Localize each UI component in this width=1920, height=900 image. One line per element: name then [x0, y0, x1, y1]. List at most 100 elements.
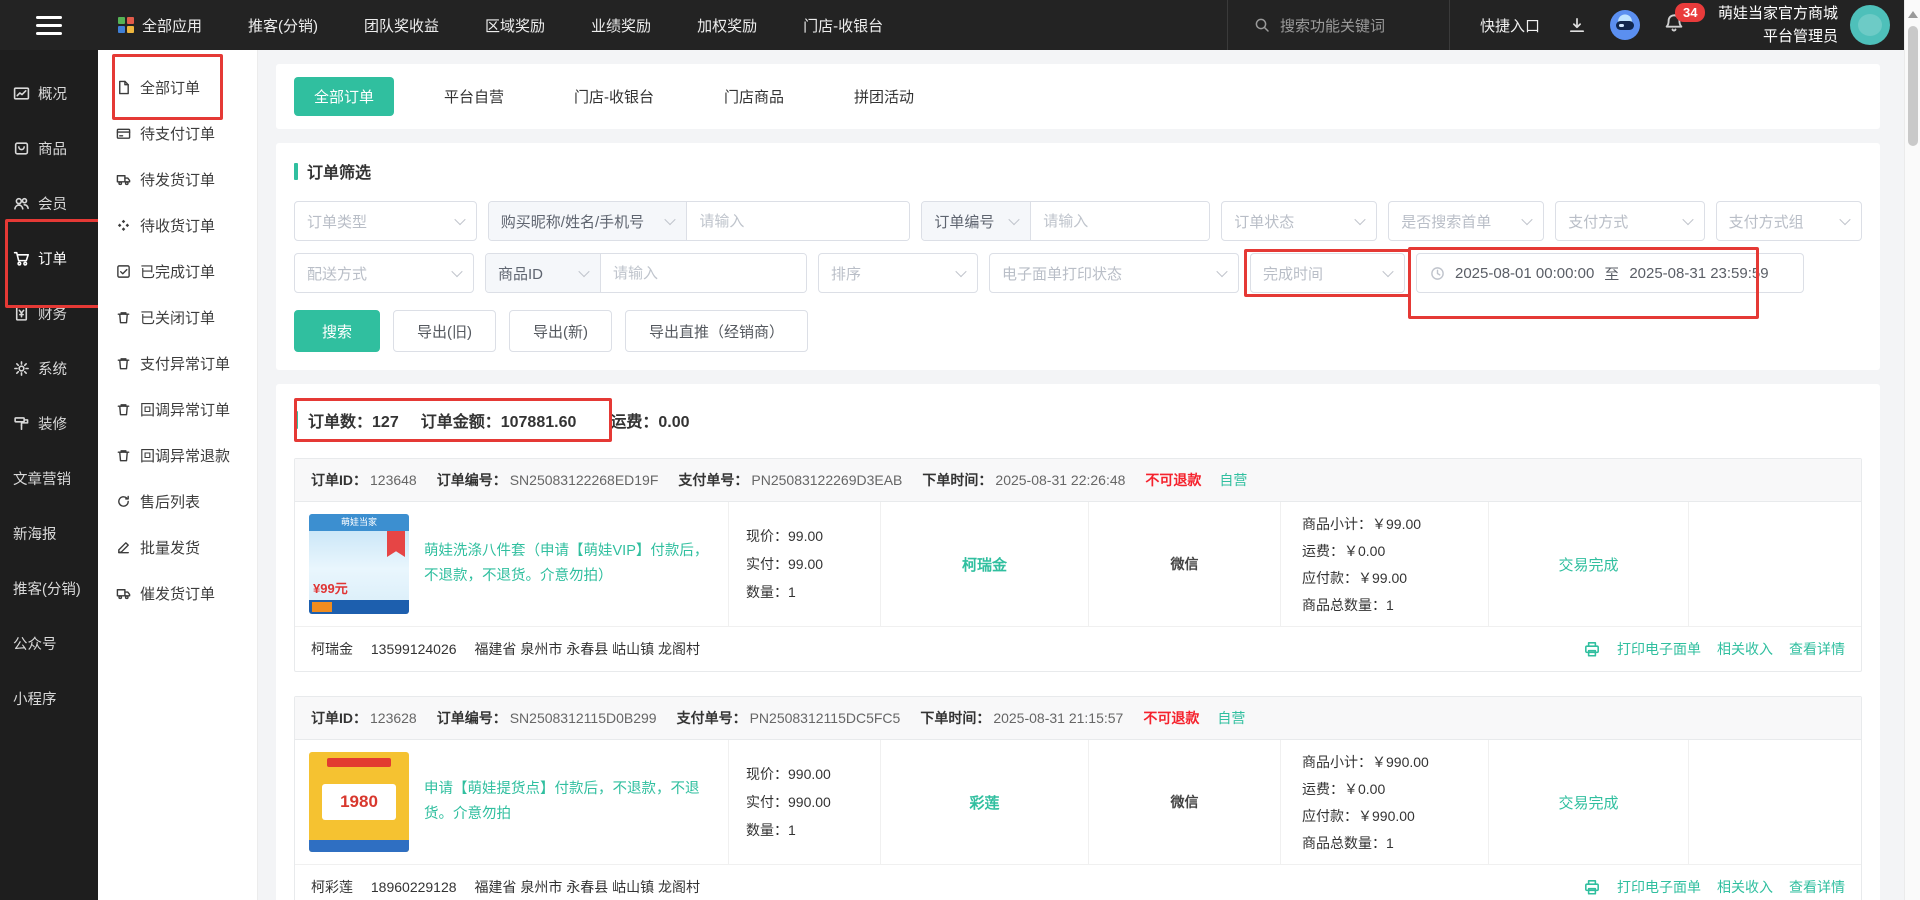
export-direct-button[interactable]: 导出直推（经销商）: [625, 310, 809, 352]
tab-platform-self[interactable]: 平台自营: [424, 77, 524, 116]
status-cell: 交易完成: [1488, 740, 1688, 864]
sort-select[interactable]: 排序: [818, 253, 978, 293]
related-income-link[interactable]: 相关收入: [1717, 639, 1773, 659]
assistant-robot-icon[interactable]: [1609, 10, 1640, 40]
download-icon[interactable]: [1568, 16, 1586, 34]
print-eorder-link[interactable]: 打印电子面单: [1617, 877, 1701, 897]
sidebar-item-promoter[interactable]: 推客(分销): [0, 561, 98, 616]
sidebar-item-orders[interactable]: 订单: [0, 219, 106, 308]
submenu-callback-abnormal[interactable]: 回调异常订单: [98, 386, 257, 432]
print-eorder-link[interactable]: 打印电子面单: [1617, 639, 1701, 659]
view-detail-link[interactable]: 查看详情: [1789, 639, 1845, 659]
page-scrollbar[interactable]: [1904, 0, 1920, 900]
submenu-completed-orders[interactable]: 已完成订单: [98, 248, 257, 294]
top-menu-weighted-reward[interactable]: 加权奖励: [697, 15, 757, 36]
sidebar-item-article-marketing[interactable]: 文章营销: [0, 451, 98, 506]
eprint-status-select[interactable]: 电子面单打印状态: [989, 253, 1239, 293]
submenu-payment-abnormal[interactable]: 支付异常订单: [98, 340, 257, 386]
top-menu-team-income[interactable]: 团队奖收益: [364, 15, 439, 36]
sidebar-item-mini-program[interactable]: 小程序: [0, 671, 98, 726]
topbar-right: 搜索功能关键词 快捷入口 34 萌娃当家官方商城 平台管理员: [1226, 0, 1920, 50]
store-name: 萌娃当家官方商城: [1717, 4, 1838, 22]
price-cell: 现价：99.00 实付：99.00 数量：1: [728, 502, 880, 626]
current-price: 现价：99.00: [746, 528, 824, 544]
pay-sn-value: PN25083122269D3EAB: [751, 472, 903, 488]
date-end: 2025-08-31 23:59:59: [1629, 264, 1769, 282]
function-search-input[interactable]: 搜索功能关键词: [1226, 0, 1450, 50]
submenu-callback-refund[interactable]: 回调异常退款: [98, 432, 257, 478]
finance-icon: [13, 305, 30, 322]
freight-row: 运费：￥0.00: [1302, 780, 1386, 797]
filter-title: 订单筛选: [294, 159, 1862, 183]
related-income-link[interactable]: 相关收入: [1717, 877, 1773, 897]
avatar[interactable]: [1850, 5, 1890, 45]
cart-icon: [13, 250, 30, 267]
notification-badge: 34: [1674, 2, 1706, 22]
submenu-urge-shipment[interactable]: 催发货订单: [98, 570, 257, 616]
pay-channel: 微信: [1170, 794, 1199, 810]
pay-method-select[interactable]: 支付方式: [1555, 201, 1705, 241]
tab-store-cashier[interactable]: 门店-收银台: [554, 77, 674, 116]
chart-icon: [13, 85, 30, 102]
order-no-select[interactable]: 订单编号: [922, 202, 1032, 240]
export-old-button[interactable]: 导出(旧): [393, 310, 497, 352]
tab-all-orders[interactable]: 全部订单: [294, 77, 395, 116]
view-detail-link[interactable]: 查看详情: [1789, 877, 1845, 897]
date-range-input[interactable]: 2025-08-01 00:00:00 至 2025-08-31 23:59:5…: [1408, 247, 1804, 319]
top-menu-all-apps[interactable]: 全部应用: [118, 15, 202, 36]
quick-entry-link[interactable]: 快捷入口: [1480, 15, 1540, 36]
order-freight-total: 运费：0.00: [610, 414, 690, 431]
complete-time-select[interactable]: 完成时间: [1244, 249, 1411, 297]
submenu-aftersale-list[interactable]: 售后列表: [98, 478, 257, 524]
pay-method-group-select[interactable]: 支付方式组: [1715, 201, 1863, 241]
delivery-method-select[interactable]: 配送方式: [294, 253, 474, 293]
buyer-name-link[interactable]: 彩莲: [969, 792, 999, 813]
sidebar-item-system[interactable]: 系统: [0, 341, 98, 396]
sidebar-item-goods[interactable]: 商品: [0, 121, 98, 176]
order-type-select[interactable]: 订单类型: [294, 201, 477, 241]
account-info[interactable]: 萌娃当家官方商城 平台管理员: [1718, 2, 1838, 49]
buyer-field-select[interactable]: 购买昵称/姓名/手机号: [488, 202, 688, 240]
sidebar-item-new-poster[interactable]: 新海报: [0, 506, 98, 561]
topbar: 全部应用 推客(分销) 团队奖收益 区域奖励 业绩奖励 加权奖励 门店-收银台 …: [0, 0, 1920, 50]
top-menu-performance-reward[interactable]: 业绩奖励: [591, 15, 651, 36]
sidebar-item-official-account[interactable]: 公众号: [0, 616, 98, 671]
submenu-pending-shipment[interactable]: 待发货订单: [98, 156, 257, 202]
top-menu-store-cashier[interactable]: 门店-收银台: [803, 15, 883, 36]
order-status-select[interactable]: 订单状态: [1221, 201, 1378, 241]
search-button[interactable]: 搜索: [294, 310, 381, 352]
top-menu-region-reward[interactable]: 区域奖励: [485, 15, 545, 36]
sidebar-item-decorate[interactable]: 装修: [0, 396, 98, 451]
stats-accent-bar: [294, 411, 298, 429]
product-id-select[interactable]: 商品ID: [486, 254, 601, 292]
buyer-name-link[interactable]: 柯瑞金: [962, 554, 1007, 575]
product-name-link[interactable]: 申请【萌娃提货点】付款后，不退款，不退货。介意勿拍: [424, 777, 712, 828]
menu-toggle-icon[interactable]: [0, 15, 98, 35]
submenu-pending-receipt[interactable]: 待收货订单: [98, 202, 257, 248]
submenu-closed-orders[interactable]: 已关闭订单: [98, 294, 257, 340]
submenu-batch-shipment[interactable]: 批量发货: [98, 524, 257, 570]
submenu-pending-payment[interactable]: 待支付订单: [98, 110, 257, 156]
sidebar-item-overview[interactable]: 概况: [0, 66, 98, 121]
order-footer: 柯彩莲 18960229128 福建省 泉州市 永春县 岵山镇 龙阁村 打印电子…: [295, 864, 1861, 900]
receiver-name: 柯彩莲: [311, 879, 353, 895]
submenu-all-orders[interactable]: 全部订单: [98, 54, 257, 120]
product-id-input[interactable]: [601, 254, 806, 292]
tab-store-goods[interactable]: 门店商品: [704, 77, 804, 116]
order-status-text: 交易完成: [1558, 794, 1619, 812]
export-new-button[interactable]: 导出(新): [509, 310, 613, 352]
product-id-search-group: 商品ID: [485, 253, 807, 293]
notifications-button[interactable]: 34: [1664, 2, 1706, 38]
sidebar-item-finance[interactable]: 财务: [0, 286, 98, 341]
first-order-select[interactable]: 是否搜索首单: [1388, 201, 1545, 241]
scroll-up-arrow-icon[interactable]: [1907, 6, 1918, 18]
scrollbar-thumb[interactable]: [1907, 26, 1918, 146]
tab-group-activity[interactable]: 拼团活动: [834, 77, 934, 116]
chevron-down-icon: [1839, 213, 1851, 226]
product-name-link[interactable]: 萌娃洗涤八件套（申请【萌娃VIP】付款后，不退款，不退货。介意勿拍）: [424, 539, 712, 590]
aftersale-icon: [116, 494, 131, 509]
sidebar-item-members[interactable]: 会员: [0, 176, 98, 231]
order-no-input[interactable]: [1031, 202, 1210, 240]
top-menu-promoter[interactable]: 推客(分销): [248, 15, 318, 36]
buyer-keyword-input[interactable]: [687, 202, 910, 240]
